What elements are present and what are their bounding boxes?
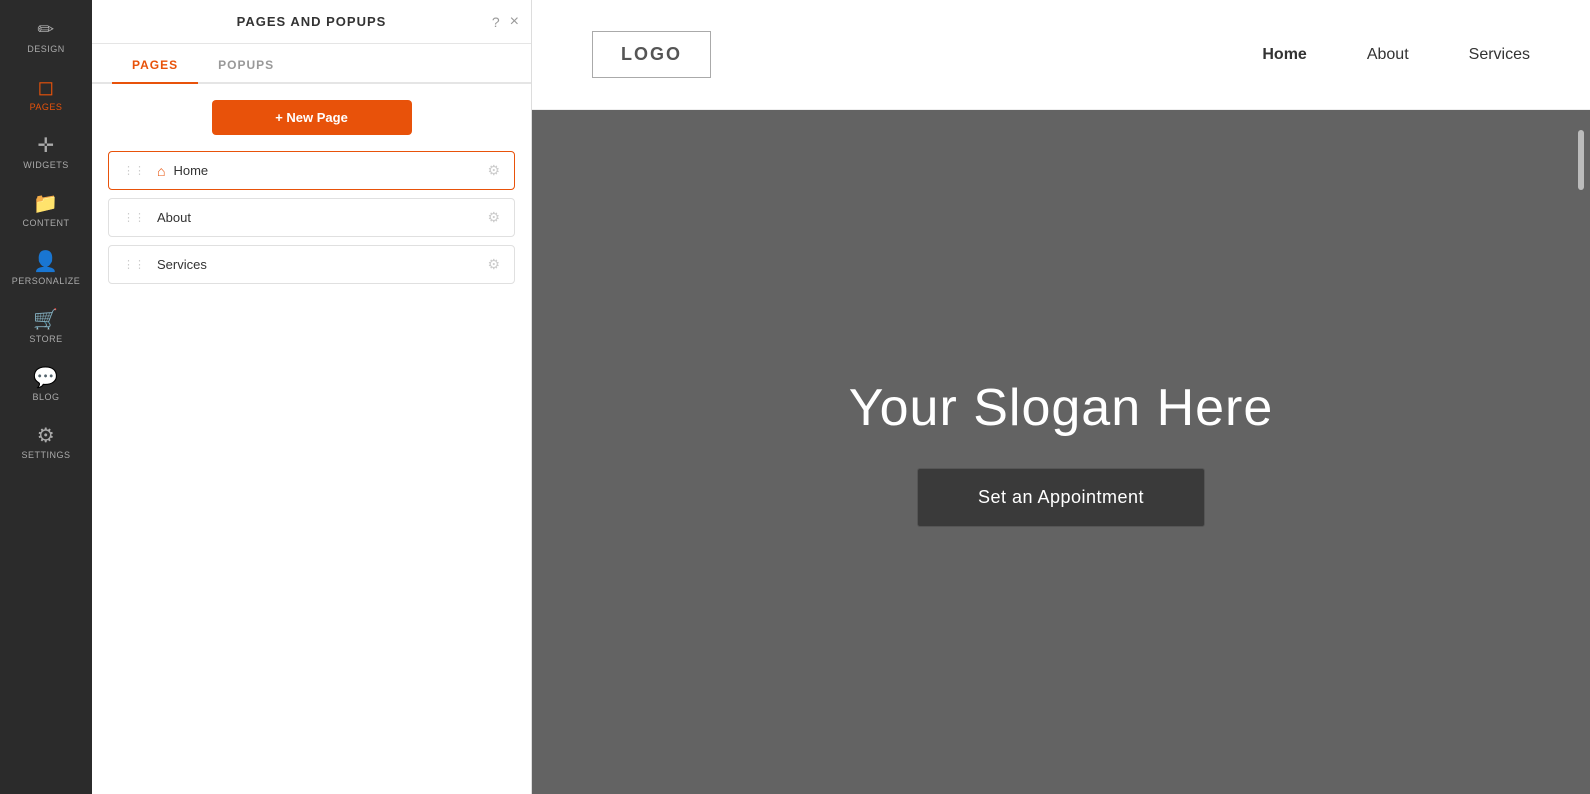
page-name-home: Home	[173, 163, 479, 178]
sidebar-label-personalize: PERSONALIZE	[12, 276, 81, 286]
new-page-button[interactable]: + New Page	[212, 100, 412, 135]
sidebar-label-blog: BLOG	[32, 392, 59, 402]
panel-header: PAGES AND POPUPS ? ×	[92, 0, 531, 44]
sidebar-item-content[interactable]: 📁 CONTENT	[0, 182, 92, 240]
page-settings-home[interactable]: ⚙	[487, 162, 500, 179]
pages-icon: ◻	[37, 78, 54, 98]
sidebar-label-settings: SETTINGS	[21, 450, 70, 460]
store-icon: 🛒	[33, 310, 58, 330]
sidebar-item-personalize[interactable]: 👤 PERSONALIZE	[0, 240, 92, 298]
nav-link-about[interactable]: About	[1367, 46, 1409, 64]
page-name-about: About	[157, 210, 479, 225]
hero-section: Your Slogan Here Set an Appointment	[532, 110, 1590, 794]
page-settings-about[interactable]: ⚙	[487, 209, 500, 226]
drag-handle-services: ⋮⋮	[123, 258, 145, 271]
sidebar-label-pages: PAGES	[30, 102, 63, 112]
close-button[interactable]: ×	[510, 13, 519, 31]
navigation: Home About Services	[1262, 46, 1530, 64]
sidebar-item-design[interactable]: ✏ DESIGN	[0, 8, 92, 66]
home-icon: ⌂	[157, 163, 165, 179]
sidebar-label-widgets: WIDGETS	[23, 160, 69, 170]
sidebar-item-pages[interactable]: ◻ PAGES	[0, 66, 92, 124]
sidebar-label-content: CONTENT	[23, 218, 70, 228]
settings-icon: ⚙	[37, 426, 55, 446]
page-item-about[interactable]: ⋮⋮ About ⚙	[108, 198, 515, 237]
tab-pages[interactable]: PAGES	[112, 48, 198, 84]
nav-link-home[interactable]: Home	[1262, 46, 1306, 64]
sidebar-item-blog[interactable]: 💬 BLOG	[0, 356, 92, 414]
page-settings-services[interactable]: ⚙	[487, 256, 500, 273]
drag-handle-home: ⋮⋮	[123, 164, 145, 177]
sidebar-label-store: STORE	[29, 334, 62, 344]
sidebar-label-design: DESIGN	[27, 44, 65, 54]
page-item-services[interactable]: ⋮⋮ Services ⚙	[108, 245, 515, 284]
sidebar-item-store[interactable]: 🛒 STORE	[0, 298, 92, 356]
widgets-icon: ✛	[37, 136, 54, 156]
panel-title: PAGES AND POPUPS	[237, 14, 387, 29]
tab-popups[interactable]: POPUPS	[198, 48, 294, 84]
design-icon: ✏	[37, 20, 54, 40]
help-button[interactable]: ?	[492, 14, 500, 30]
drag-handle-about: ⋮⋮	[123, 211, 145, 224]
personalize-icon: 👤	[33, 252, 58, 272]
page-name-services: Services	[157, 257, 479, 272]
scroll-indicator	[1578, 130, 1584, 190]
hero-slogan: Your Slogan Here	[849, 378, 1274, 438]
content-icon: 📁	[33, 194, 58, 214]
panel-actions: ? ×	[492, 13, 519, 31]
website-header: LOGO Home About Services	[532, 0, 1590, 110]
page-item-home[interactable]: ⋮⋮ ⌂ Home ⚙	[108, 151, 515, 190]
pages-panel: PAGES AND POPUPS ? × PAGES POPUPS + New …	[92, 0, 532, 794]
tool-sidebar: ✏ DESIGN ◻ PAGES ✛ WIDGETS 📁 CONTENT 👤 P…	[0, 0, 92, 794]
page-list: ⋮⋮ ⌂ Home ⚙ ⋮⋮ About ⚙ ⋮⋮ Services ⚙	[92, 151, 531, 284]
sidebar-item-widgets[interactable]: ✛ WIDGETS	[0, 124, 92, 182]
main-canvas: LOGO Home About Services Your Slogan Her…	[532, 0, 1590, 794]
tab-bar: PAGES POPUPS	[92, 48, 531, 84]
nav-link-services[interactable]: Services	[1469, 46, 1530, 64]
sidebar-item-settings[interactable]: ⚙ SETTINGS	[0, 414, 92, 472]
logo: LOGO	[592, 31, 711, 78]
blog-icon: 💬	[33, 368, 58, 388]
cta-button[interactable]: Set an Appointment	[917, 468, 1205, 527]
